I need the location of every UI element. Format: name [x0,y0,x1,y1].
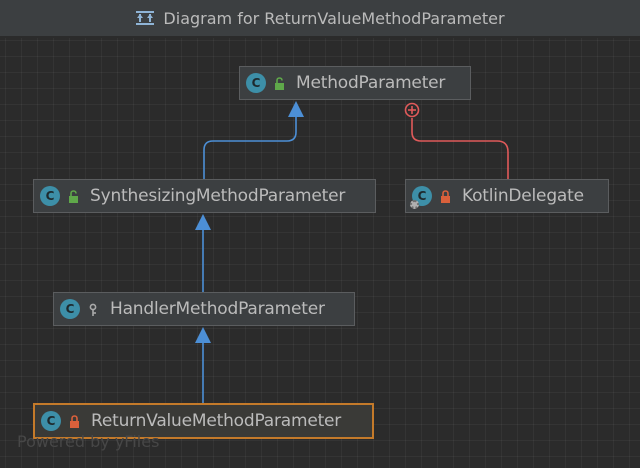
private-lock-icon [69,414,81,428]
public-unlock-icon [274,76,286,90]
static-gear-icon [410,200,419,209]
node-synthesizingmethodparameter[interactable]: C SynthesizingMethodParameter [33,179,376,213]
public-unlock-icon [68,189,80,203]
node-methodparameter[interactable]: C MethodParameter [239,66,471,100]
private-lock-icon [440,189,452,203]
node-handlermethodparameter[interactable]: C HandlerMethodParameter [53,292,355,326]
yfiles-watermark: Powered by yFiles [17,432,160,451]
node-label: KotlinDelegate [462,186,584,206]
inheritance-arrowhead [195,327,211,343]
class-icon: C [246,73,266,93]
node-label: MethodParameter [296,73,446,93]
edge-kotlindelegate-inner [411,118,509,179]
inner-class-plus-icon [404,102,420,118]
class-icon: C [40,186,60,206]
class-icon: C [410,186,432,209]
diagram-window: Diagram for ReturnValueMethodParameter C [0,0,640,468]
node-kotlindelegate[interactable]: C KotlinDelegate [405,179,609,213]
protected-key-icon [88,302,100,316]
node-label: SynthesizingMethodParameter [90,186,346,206]
edge-synthesizing-to-methodparameter [203,117,297,180]
inheritance-arrowhead [288,101,304,117]
class-icon: C [60,299,80,319]
class-icon: C [41,411,61,431]
node-label: ReturnValueMethodParameter [91,411,342,431]
node-label: HandlerMethodParameter [110,299,325,319]
inheritance-arrowhead [195,214,211,230]
